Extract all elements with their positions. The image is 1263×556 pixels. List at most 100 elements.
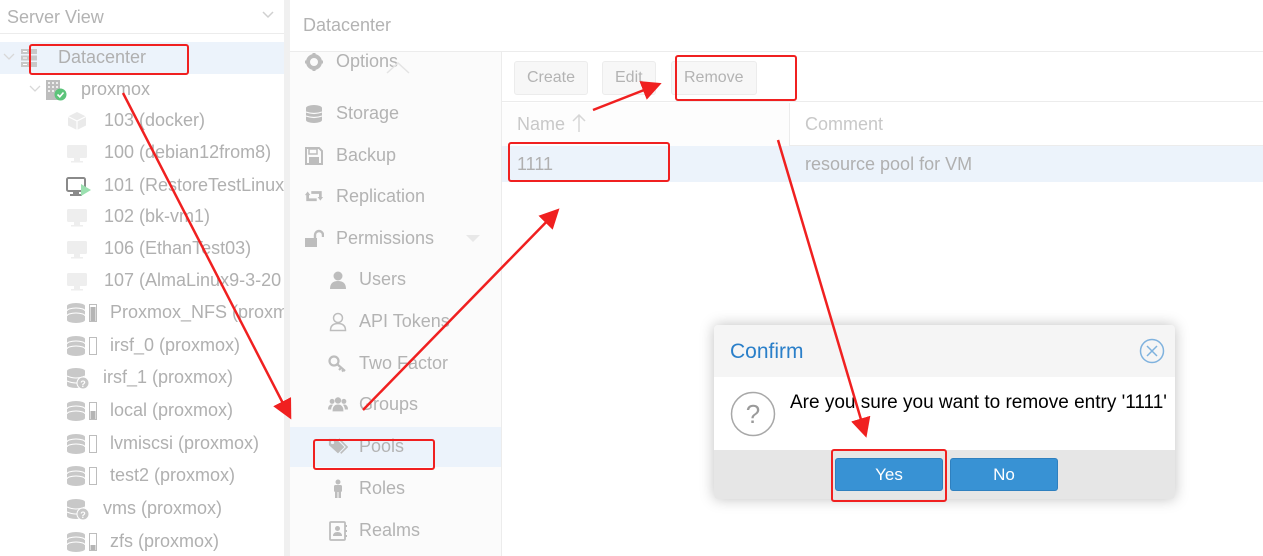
tree-item[interactable]: zfs (proxmox)	[0, 526, 284, 556]
sort-ascending-icon	[572, 113, 586, 132]
tree-item-label: 100 (debian12from8)	[104, 142, 272, 162]
nav-item-label: Users	[359, 269, 407, 289]
tree-item-label: irsf_0 (proxmox)	[110, 335, 241, 355]
edit-button[interactable]: Edit	[602, 61, 656, 95]
nav-item-two-factor[interactable]: Two Factor	[290, 344, 501, 384]
nav-item-label: Realms	[359, 520, 421, 540]
tree-item-label: Datacenter	[58, 47, 147, 67]
yes-button[interactable]: Yes	[835, 458, 943, 491]
tree-item-label: 106 (EthanTest03)	[104, 238, 252, 258]
tree-item[interactable]: Datacenter	[0, 42, 284, 74]
content-header: Datacenter	[290, 0, 1263, 52]
grid-header: Name Comment	[502, 103, 1263, 146]
tree-item-label: zfs (proxmox)	[110, 531, 220, 551]
nav-item-api-tokens[interactable]: API Tokens	[290, 302, 501, 342]
chevron-down-icon	[262, 11, 274, 19]
tree-item[interactable]: 107 (AlmaLinux9-3-20	[0, 265, 284, 297]
expand-chevron-icon[interactable]	[29, 83, 41, 95]
users-icon	[328, 395, 348, 415]
nav-item-label: Pools	[359, 436, 405, 456]
tree-item[interactable]: local (proxmox)	[0, 395, 284, 427]
storage-icon	[66, 465, 98, 487]
tree-item[interactable]: proxmox	[0, 74, 284, 106]
datacenter-icon	[18, 47, 40, 69]
view-selector[interactable]: Server View	[0, 0, 284, 34]
page-title: Datacenter	[303, 15, 392, 35]
vm-running-icon	[66, 175, 92, 197]
dialog-message: Are you sure you want to remove entry '1…	[790, 392, 1167, 413]
dialog-body: ? Are you sure you want to remove entry …	[714, 377, 1175, 450]
tree-item[interactable]: irsf_0 (proxmox)	[0, 330, 284, 362]
column-header-comment[interactable]: Comment	[791, 103, 883, 146]
vm-stopped-icon	[66, 142, 88, 164]
nav-item-label: API Tokens	[359, 311, 450, 331]
storage-icon	[66, 302, 98, 324]
user-icon	[328, 270, 348, 290]
dialog-title: Confirm	[730, 340, 804, 363]
close-icon[interactable]	[1139, 338, 1165, 364]
resource-tree-panel: Server View Datacenter proxmox 103 (docker…	[0, 0, 284, 556]
nav-item-backup[interactable]: Backup	[290, 136, 501, 176]
tree-item[interactable]: test2 (proxmox)	[0, 460, 284, 492]
vm-stopped-icon	[66, 270, 88, 292]
datacenter-nav-menu: Options Storage Backup Replication Permissio…	[290, 52, 502, 556]
storage-icon	[66, 335, 98, 357]
nav-item-realms[interactable]: Realms	[290, 511, 501, 551]
tree-item[interactable]: ? irsf_1 (proxmox)	[0, 362, 284, 394]
dialog-header[interactable]: Confirm	[714, 325, 1175, 377]
key-icon	[328, 354, 348, 374]
nav-item-replication[interactable]: Replication	[290, 177, 501, 217]
male-icon	[328, 479, 348, 499]
nav-item-label: Storage	[336, 103, 400, 123]
tree-item[interactable]: Proxmox_NFS (proxmox)	[0, 297, 284, 329]
expand-chevron-icon[interactable]	[3, 51, 15, 63]
tree-item-label: test2 (proxmox)	[110, 465, 236, 485]
container-icon	[66, 110, 88, 132]
cell-comment: resource pool for VM	[805, 154, 973, 174]
tree-item[interactable]: ? vms (proxmox)	[0, 493, 284, 525]
gear-icon	[304, 52, 324, 72]
tree-item[interactable]: 100 (debian12from8)	[0, 137, 284, 169]
nav-item-label: Two Factor	[359, 353, 449, 373]
nav-item-permissions[interactable]: Permissions	[290, 219, 501, 259]
tree-item[interactable]: 106 (EthanTest03)	[0, 233, 284, 265]
tree-item[interactable]: 102 (bk-vm1)	[0, 201, 284, 233]
nav-item-label: Permissions	[336, 228, 435, 248]
storage-icon	[66, 531, 98, 553]
storage-unknown-icon: ?	[66, 498, 90, 521]
dialog-footer: Yes No	[714, 450, 1175, 499]
database-icon	[304, 104, 324, 124]
tree-item-label: 102 (bk-vm1)	[104, 206, 211, 226]
remove-button[interactable]: Remove	[671, 61, 757, 95]
nav-item-users[interactable]: Users	[290, 260, 501, 300]
column-header-name[interactable]: Name	[502, 103, 790, 146]
nav-item-storage[interactable]: Storage	[290, 94, 501, 134]
table-row[interactable]: 1111 resource pool for VM	[502, 146, 1263, 182]
tree-item-label: 103 (docker)	[104, 110, 206, 130]
nav-item-label: Replication	[336, 186, 426, 206]
caret-down-icon[interactable]	[466, 235, 480, 243]
proxmox-web-ui: Server View Datacenter proxmox 103 (docker…	[0, 0, 1263, 556]
tree-item[interactable]: 103 (docker)	[0, 105, 284, 137]
tree-item-label: irsf_1 (proxmox)	[103, 367, 234, 387]
tree-item-label: 101 (RestoreTestLinux	[104, 175, 284, 195]
cell-name: 1111	[517, 154, 554, 174]
column-header-name-label: Name	[517, 114, 566, 134]
tags-icon	[328, 437, 349, 457]
create-button[interactable]: Create	[514, 61, 589, 95]
tree-item[interactable]: 101 (RestoreTestLinux	[0, 170, 284, 202]
tree-item[interactable]: lvmiscsi (proxmox)	[0, 428, 284, 460]
nav-item-groups[interactable]: Groups	[290, 385, 501, 425]
scroll-up-icon[interactable]	[386, 62, 410, 74]
vm-stopped-icon	[66, 206, 88, 228]
tree-item-label: vms (proxmox)	[103, 498, 223, 518]
no-button[interactable]: No	[950, 458, 1058, 491]
confirm-dialog: Confirm ? Are you sure you want to remov…	[714, 325, 1175, 499]
tree-item-label: Proxmox_NFS (proxmox)	[110, 302, 284, 322]
view-selector-label: Server View	[7, 7, 104, 27]
nav-item-label: Groups	[359, 394, 419, 414]
nav-item-pools[interactable]: Pools	[290, 427, 501, 467]
nav-item-roles[interactable]: Roles	[290, 469, 501, 509]
tree-item-label: local (proxmox)	[110, 400, 234, 420]
user-outline-icon	[328, 312, 348, 332]
